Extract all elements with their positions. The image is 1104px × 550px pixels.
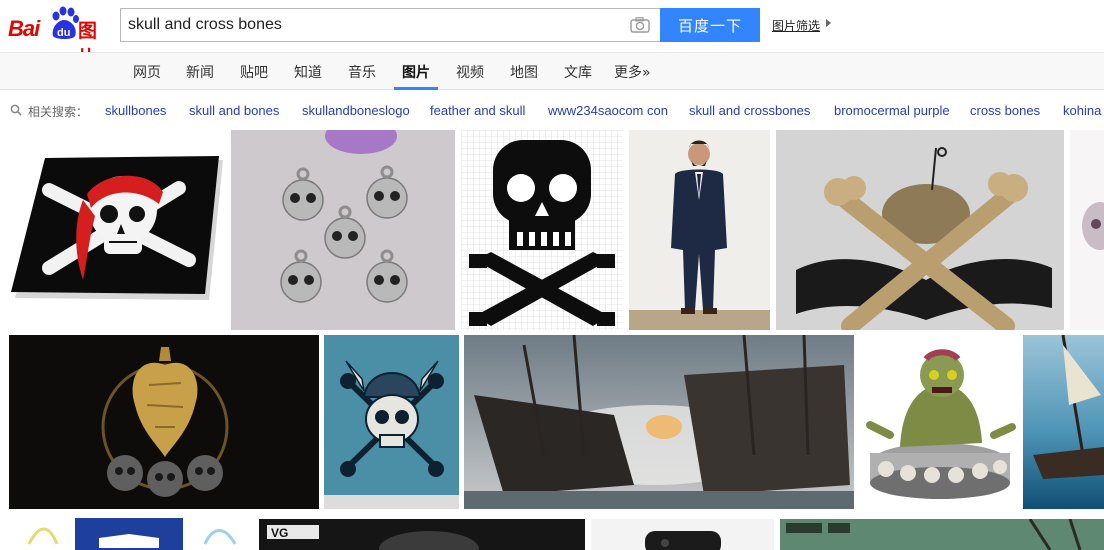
golden-heart-skull-image <box>9 335 319 509</box>
ship-at-sea-image <box>1023 335 1104 509</box>
image-result-pirate-ships[interactable] <box>464 335 854 509</box>
cross-stitch-skull-image <box>461 130 623 330</box>
camera-icon[interactable] <box>630 17 650 33</box>
nav-item-images[interactable]: 图片 <box>402 62 430 82</box>
image-result-partial[interactable] <box>1070 130 1104 330</box>
nav-item-news[interactable]: 新闻 <box>186 62 214 82</box>
logo-text-du: du <box>57 27 71 39</box>
image-result-game-scene[interactable] <box>780 519 1104 550</box>
image-result-viking-skull[interactable] <box>324 335 459 509</box>
image-result-cross-stitch-skull[interactable] <box>461 130 623 330</box>
related-link[interactable]: skullbones <box>105 103 166 118</box>
nav-item-video[interactable]: 视频 <box>456 62 484 82</box>
related-link[interactable]: skull and bones <box>189 103 279 118</box>
image-result-video[interactable]: VG <box>259 519 585 550</box>
image-result-ship-at-sea[interactable] <box>1023 335 1104 509</box>
image-result-pirate-flag[interactable] <box>9 130 227 330</box>
image-result-crossed-bones[interactable] <box>776 130 1064 330</box>
related-searches: 相关搜索： skullbones skull and bones skullan… <box>0 98 1104 122</box>
nav-item-tieba[interactable]: 贴吧 <box>240 62 268 82</box>
zombie-figurine-image <box>860 335 1018 509</box>
search-button[interactable]: 百度一下 <box>660 8 760 42</box>
image-result-man-in-suit[interactable] <box>629 130 770 330</box>
active-tab-indicator <box>394 87 438 90</box>
category-nav: 网页 新闻 贴吧 知道 音乐 图片 视频 地图 文库 更多» <box>0 52 1104 90</box>
logo-text-bai: Bai <box>8 16 40 41</box>
header: Bai du 图片 百度一下 图片筛选 <box>0 0 1104 69</box>
video-thumbnail-image: VG <box>259 519 585 550</box>
related-link[interactable]: kohina <box>1063 103 1101 118</box>
nav-item-zhidao[interactable]: 知道 <box>294 62 322 82</box>
nav-item-wenku[interactable]: 文库 <box>564 62 592 82</box>
nav-item-music[interactable]: 音乐 <box>348 62 376 82</box>
related-link[interactable]: cross bones <box>970 103 1040 118</box>
partial-image <box>1070 130 1104 330</box>
game-scene-image <box>780 519 1104 550</box>
image-result-skull-charms[interactable] <box>231 130 455 330</box>
pirate-flag-image <box>11 156 223 300</box>
search-icon <box>10 104 22 116</box>
pirate-ships-battle-image <box>464 335 854 509</box>
nav-item-map[interactable]: 地图 <box>510 62 538 82</box>
related-link[interactable]: skull and crossbones <box>689 103 810 118</box>
baidu-logo[interactable]: Bai du 图片 <box>8 6 112 69</box>
related-searches-label: 相关搜索： <box>28 105 89 119</box>
phone-case-image <box>591 519 774 550</box>
search-box <box>120 8 660 42</box>
search-input[interactable] <box>121 9 621 41</box>
related-link[interactable]: feather and skull <box>430 103 525 118</box>
book-emblem-image <box>9 514 253 550</box>
image-result-book-emblem[interactable] <box>9 514 253 550</box>
image-result-golden-skull[interactable] <box>9 335 319 509</box>
man-in-suit-image <box>629 130 770 330</box>
crossed-bones-image <box>776 130 1064 330</box>
nav-item-web[interactable]: 网页 <box>133 62 161 82</box>
viking-skull-image <box>324 335 459 509</box>
image-filter-link[interactable]: 图片筛选 <box>772 17 820 34</box>
related-link[interactable]: www234saocom con <box>548 103 668 118</box>
watermark-label: VG <box>271 526 288 540</box>
triangle-right-icon <box>826 19 831 27</box>
image-result-phone-case[interactable] <box>591 519 774 550</box>
image-result-zombie-figurine[interactable] <box>860 335 1018 509</box>
related-link[interactable]: bromocermal purple <box>834 103 950 118</box>
related-link[interactable]: skullandboneslogo <box>302 103 410 118</box>
nav-item-more[interactable]: 更多» <box>614 62 651 82</box>
skull-charms-image <box>231 130 455 330</box>
